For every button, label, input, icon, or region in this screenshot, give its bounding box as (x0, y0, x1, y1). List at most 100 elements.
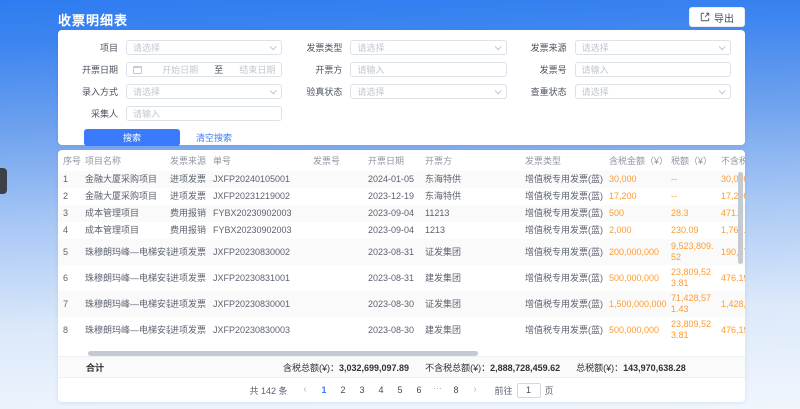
page-button-2[interactable]: 2 (336, 383, 351, 398)
text-input[interactable]: 请输入 (575, 62, 731, 77)
header-cell-tax-amount: 税额（¥） (671, 154, 721, 167)
cell-issue-date: 2023-08-31 (368, 273, 425, 284)
pagination: 共 142 条 ‹ 123456 ··· 8 › 前往 页 (58, 378, 745, 402)
cell-issuer: 证发集团 (425, 299, 525, 310)
page-button-6[interactable]: 6 (412, 383, 427, 398)
goto-page-input[interactable] (517, 383, 541, 398)
cell-invoice-source: 进项发票 (170, 174, 213, 185)
filter-field-label: 发票来源 (521, 41, 575, 54)
page-button-3[interactable]: 3 (355, 383, 370, 398)
header-cell-invoice-no: 发票号 (313, 154, 368, 167)
table-row[interactable]: 2金融大厦采购项目进项发票JXFP202312190022023-12-19东海… (58, 188, 745, 205)
cell-doc-no: FYBX20230902003 (213, 225, 313, 236)
cell-doc-no: JXFP20230830002 (213, 247, 313, 258)
cell-amount-without-tax: 476,190,476.19 (721, 273, 745, 284)
export-button[interactable]: 导出 (689, 7, 745, 27)
filter-field-label: 开票日期 (72, 63, 126, 76)
header-cell-project-name: 项目名称 (85, 154, 170, 167)
cell-invoice-type: 增值税专用发票(蓝) (525, 325, 609, 336)
cell-tax-amount: -- (671, 191, 721, 202)
header-cell-issuer: 开票方 (425, 154, 525, 167)
drawer-toggle-handle[interactable] (0, 168, 7, 194)
select-input[interactable]: 请选择 (126, 84, 282, 99)
total-label: 含税总额(¥)： (283, 363, 339, 373)
cell-index: 5 (63, 247, 85, 258)
select-input[interactable]: 请选择 (575, 84, 731, 99)
cell-amount-with-tax: 200,000,000 (609, 247, 671, 258)
cell-invoice-source: 进项发票 (170, 273, 213, 284)
cell-invoice-type: 增值税专用发票(蓝) (525, 191, 609, 202)
summary-item: 含税总额(¥)：3,032,699,097.89 (283, 361, 409, 374)
cell-invoice-source: 进项发票 (170, 191, 213, 202)
cell-project-name: 珠穆朗玛峰—电梯安装 (85, 325, 170, 336)
vertical-scrollbar[interactable] (738, 172, 743, 264)
goto-label: 前往 (495, 384, 513, 397)
page-ellipsis: ··· (431, 383, 445, 398)
search-button[interactable]: 搜索 (84, 129, 180, 146)
filter-field-label: 项目 (72, 41, 126, 54)
prev-page-button[interactable]: ‹ (299, 383, 312, 397)
cell-amount-with-tax: 500,000,000 (609, 273, 671, 284)
input-placeholder: 请输入 (582, 63, 724, 76)
select-input[interactable]: 请选择 (126, 40, 282, 55)
page-button-1[interactable]: 1 (317, 383, 332, 398)
text-input[interactable]: 请输入 (350, 62, 506, 77)
cell-doc-no: JXFP20240105001 (213, 174, 313, 185)
text-input[interactable]: 请输入 (126, 106, 282, 121)
cell-project-name: 成本管理项目 (85, 225, 170, 236)
select-input[interactable]: 请选择 (575, 40, 731, 55)
daterange-input[interactable]: 开始日期至结束日期 (126, 62, 282, 77)
cell-tax-amount: 23,809,523.81 (671, 267, 721, 289)
input-placeholder: 请输入 (133, 107, 275, 120)
goto-suffix: 页 (545, 384, 554, 397)
cell-amount-with-tax: 2,000 (609, 225, 671, 236)
filter-field-label: 查重状态 (521, 85, 575, 98)
table-header-row: 序号项目名称发票来源单号发票号开票日期开票方发票类型含税金额（¥）税额（¥）不含… (58, 150, 745, 171)
table-row[interactable]: 3成本管理项目费用报销FYBX202309020032023-09-041121… (58, 205, 745, 222)
cell-amount-without-tax: 476,190,476.19 (721, 325, 745, 336)
table-row[interactable]: 7珠穆朗玛峰—电梯安装进项发票JXFP202308300012023-08-30… (58, 291, 745, 317)
cell-invoice-source: 进项发票 (170, 299, 213, 310)
filter-row: 开票日期开始日期至结束日期开票方请输入发票号请输入 (72, 59, 731, 80)
pagination-total-count: 共 142 条 (249, 384, 287, 397)
cell-issue-date: 2023-08-30 (368, 299, 425, 310)
cell-issuer: 建发集团 (425, 325, 525, 336)
cell-issue-date: 2023-12-19 (368, 191, 425, 202)
filter-field-label: 发票类型 (296, 41, 350, 54)
input-placeholder: 请选择 (582, 85, 719, 98)
cell-issuer: 1213 (425, 225, 525, 236)
input-placeholder: 请选择 (357, 41, 494, 54)
select-input[interactable]: 请选择 (350, 84, 506, 99)
page-title: 收票明细表 (58, 10, 128, 29)
summary-totals: 含税总额(¥)：3,032,699,097.89不含税总额(¥)：2,888,7… (283, 361, 686, 374)
cell-index: 2 (63, 191, 85, 202)
cell-invoice-type: 增值税专用发票(蓝) (525, 299, 609, 310)
page-button-5[interactable]: 5 (393, 383, 408, 398)
table-row[interactable]: 1金融大厦采购项目进项发票JXFP202401050012024-01-05东海… (58, 171, 745, 188)
filter-field: 查重状态请选择 (521, 84, 731, 99)
table-body: 1金融大厦采购项目进项发票JXFP202401050012024-01-05东海… (58, 171, 745, 343)
cell-invoice-source: 进项发票 (170, 247, 213, 258)
cell-tax-amount: 23,809,523.81 (671, 319, 721, 341)
chevron-down-icon (270, 43, 277, 50)
table-row[interactable]: 5珠穆朗玛峰—电梯安装进项发票JXFP202308300022023-08-31… (58, 239, 745, 265)
invoice-table-card: 序号项目名称发票来源单号发票号开票日期开票方发票类型含税金额（¥）税额（¥）不含… (58, 150, 745, 402)
cell-issue-date: 2023-09-04 (368, 225, 425, 236)
next-page-button[interactable]: › (469, 383, 482, 397)
table-row[interactable]: 4成本管理项目费用报销FYBX202309020032023-09-041213… (58, 222, 745, 239)
header-cell-doc-no: 单号 (213, 154, 313, 167)
table-row[interactable]: 6珠穆朗玛峰—电梯安装进项发票JXFP202308310012023-08-31… (58, 265, 745, 291)
cell-index: 1 (63, 174, 85, 185)
chevron-down-icon (494, 87, 501, 94)
cell-tax-amount: 230.09 (671, 225, 721, 236)
select-input[interactable]: 请选择 (350, 40, 506, 55)
cell-issuer: 11213 (425, 208, 525, 219)
total-label: 总税额(¥)： (576, 363, 623, 373)
page-button-4[interactable]: 4 (374, 383, 389, 398)
clear-search-button[interactable]: 清空搜索 (196, 131, 232, 144)
filter-row: 采集人请输入 (72, 103, 731, 124)
table-row[interactable]: 8珠穆朗玛峰—电梯安装进项发票JXFP202308300032023-08-30… (58, 317, 745, 343)
page-button-8[interactable]: 8 (449, 383, 464, 398)
filter-field-label: 开票方 (296, 63, 350, 76)
filter-field: 发票号请输入 (521, 62, 731, 77)
